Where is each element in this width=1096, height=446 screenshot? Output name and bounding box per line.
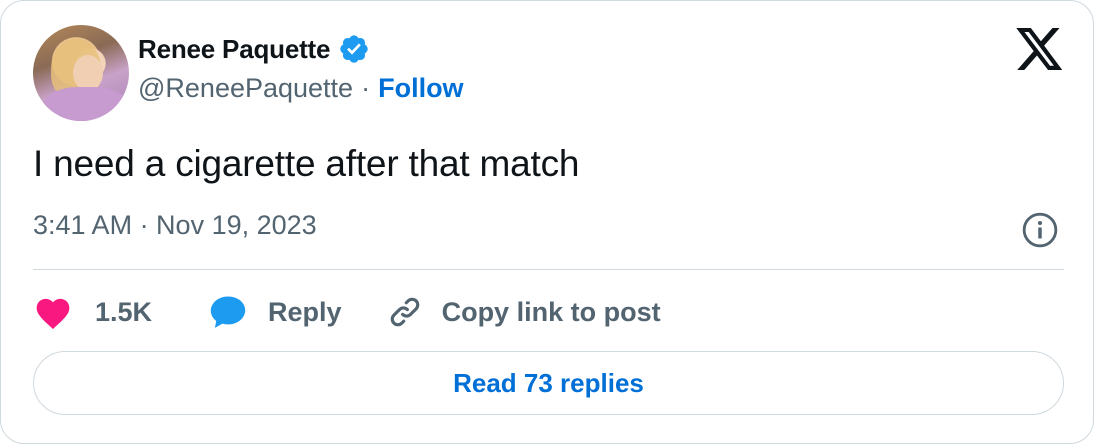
- info-icon[interactable]: [1021, 211, 1059, 249]
- handle-separator: ·: [361, 73, 371, 103]
- read-replies-button[interactable]: Read 73 replies: [33, 351, 1064, 415]
- author-handle[interactable]: @ReneePaquette: [138, 73, 353, 104]
- author-handle-row: @ReneePaquette · Follow: [138, 73, 464, 104]
- post-text: I need a cigarette after that match: [33, 143, 580, 184]
- like-button[interactable]: 1.5K: [33, 294, 152, 330]
- x-logo-icon[interactable]: [1016, 28, 1064, 72]
- read-replies-label: Read 73 replies: [453, 367, 644, 398]
- reply-label: Reply: [268, 296, 342, 327]
- like-count: 1.5K: [95, 296, 153, 327]
- link-icon: [390, 297, 419, 327]
- action-bar: 1.5K Reply Copy link to post: [33, 289, 661, 335]
- verified-badge-icon: [340, 35, 368, 63]
- divider: [33, 269, 1064, 270]
- avatar[interactable]: [33, 25, 129, 121]
- avatar-face: [73, 55, 103, 91]
- speech-bubble-icon: [210, 296, 246, 328]
- reply-button[interactable]: Reply: [208, 294, 342, 330]
- author-name-row: Renee Paquette: [138, 33, 370, 65]
- author-display-name[interactable]: Renee Paquette: [138, 34, 330, 65]
- embedded-post-card: Renee Paquette @ReneePaquette · Follow I…: [0, 0, 1094, 444]
- copy-link-label: Copy link to post: [441, 296, 661, 327]
- post-timestamp[interactable]: 3:41 AM · Nov 19, 2023: [33, 210, 317, 241]
- avatar-robe: [43, 87, 129, 121]
- heart-icon: [36, 298, 70, 330]
- copy-link-button[interactable]: Copy link to post: [386, 293, 661, 331]
- follow-link[interactable]: Follow: [378, 73, 463, 104]
